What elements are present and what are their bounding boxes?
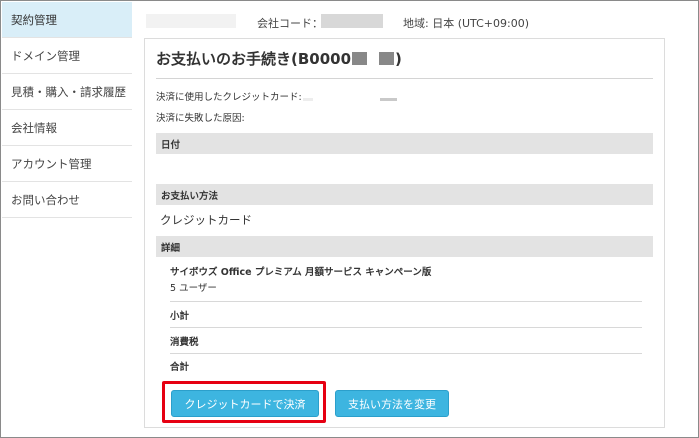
sidebar-item-label: お問い合わせ [11,192,80,207]
highlight-box [162,381,326,423]
sidebar-item-label: 見積・購入・請求履歴 [11,84,126,99]
page-title-suffix: ) [395,50,402,68]
payment-panel: お支払いのお手続き(B0000) 決済に使用したクレジットカード: 決済に失敗し… [144,38,665,428]
redacted-order-id [379,52,395,65]
date-header-text: 日付 [161,139,181,151]
sidebar-item-label: アカウント管理 [11,156,92,171]
sidebar-nav: 契約管理 ドメイン管理 見積・購入・請求履歴 会社情報 アカウント管理 お問い合… [2,2,132,437]
title-divider [156,78,653,79]
subtotal-label: 小計 [170,311,190,322]
payment-method-header-text: お支払い方法 [161,190,219,202]
sidebar-item-label: 会社情報 [11,120,57,135]
failure-reason-label: 決済に失敗した原因: [156,113,245,124]
card-used-label: 決済に使用したクレジットカード: [156,92,302,103]
page-title: お支払いのお手続き(B0000) [156,48,402,69]
redacted-order-id [352,52,368,65]
sidebar-item-company-info[interactable]: 会社情報 [2,110,132,146]
product-name: サイボウズ Office プレミアム 月額サービス キャンペーン版 [170,267,432,278]
row-divider [170,353,642,354]
payment-method-header: お支払い方法 [156,184,653,205]
sidebar-item-contracts[interactable]: 契約管理 [2,2,132,38]
page-title-prefix: お支払いのお手続き(B0000 [156,50,352,68]
date-section-header: 日付 [156,133,653,154]
row-divider [170,301,642,302]
change-payment-method-button[interactable]: 支払い方法を変更 [335,390,449,417]
account-info-bar: 会社コード： 地域: 日本 (UTC+09:00) [143,2,683,38]
detail-list: サイボウズ Office プレミアム 月額サービス キャンペーン版 5 ユーザー… [170,264,642,374]
sidebar-item-billing-history[interactable]: 見積・購入・請求履歴 [2,74,132,110]
detail-header-text: 詳細 [161,242,181,254]
window-frame: 契約管理 ドメイン管理 見積・購入・請求履歴 会社情報 アカウント管理 お問い合… [0,0,699,438]
redacted-card [380,98,397,101]
redacted-card [303,98,313,101]
user-count: 5 ユーザー [170,283,217,294]
redacted-company-name [146,14,236,28]
company-code-label: 会社コード： [257,17,323,30]
region-label: 地域: 日本 (UTC+09:00) [403,17,530,30]
sidebar-item-domains[interactable]: ドメイン管理 [2,38,132,74]
sidebar-item-label: ドメイン管理 [11,48,80,63]
detail-section-header: 詳細 [156,236,653,257]
payment-method-value: クレジットカード [160,213,252,227]
sidebar-item-contact[interactable]: お問い合わせ [2,182,132,218]
tax-label: 消費税 [170,337,199,348]
total-label: 合計 [170,362,190,373]
sidebar-item-label: 契約管理 [11,12,57,27]
redacted-company-code [321,14,383,28]
sidebar-item-account[interactable]: アカウント管理 [2,146,132,182]
row-divider [170,327,642,328]
